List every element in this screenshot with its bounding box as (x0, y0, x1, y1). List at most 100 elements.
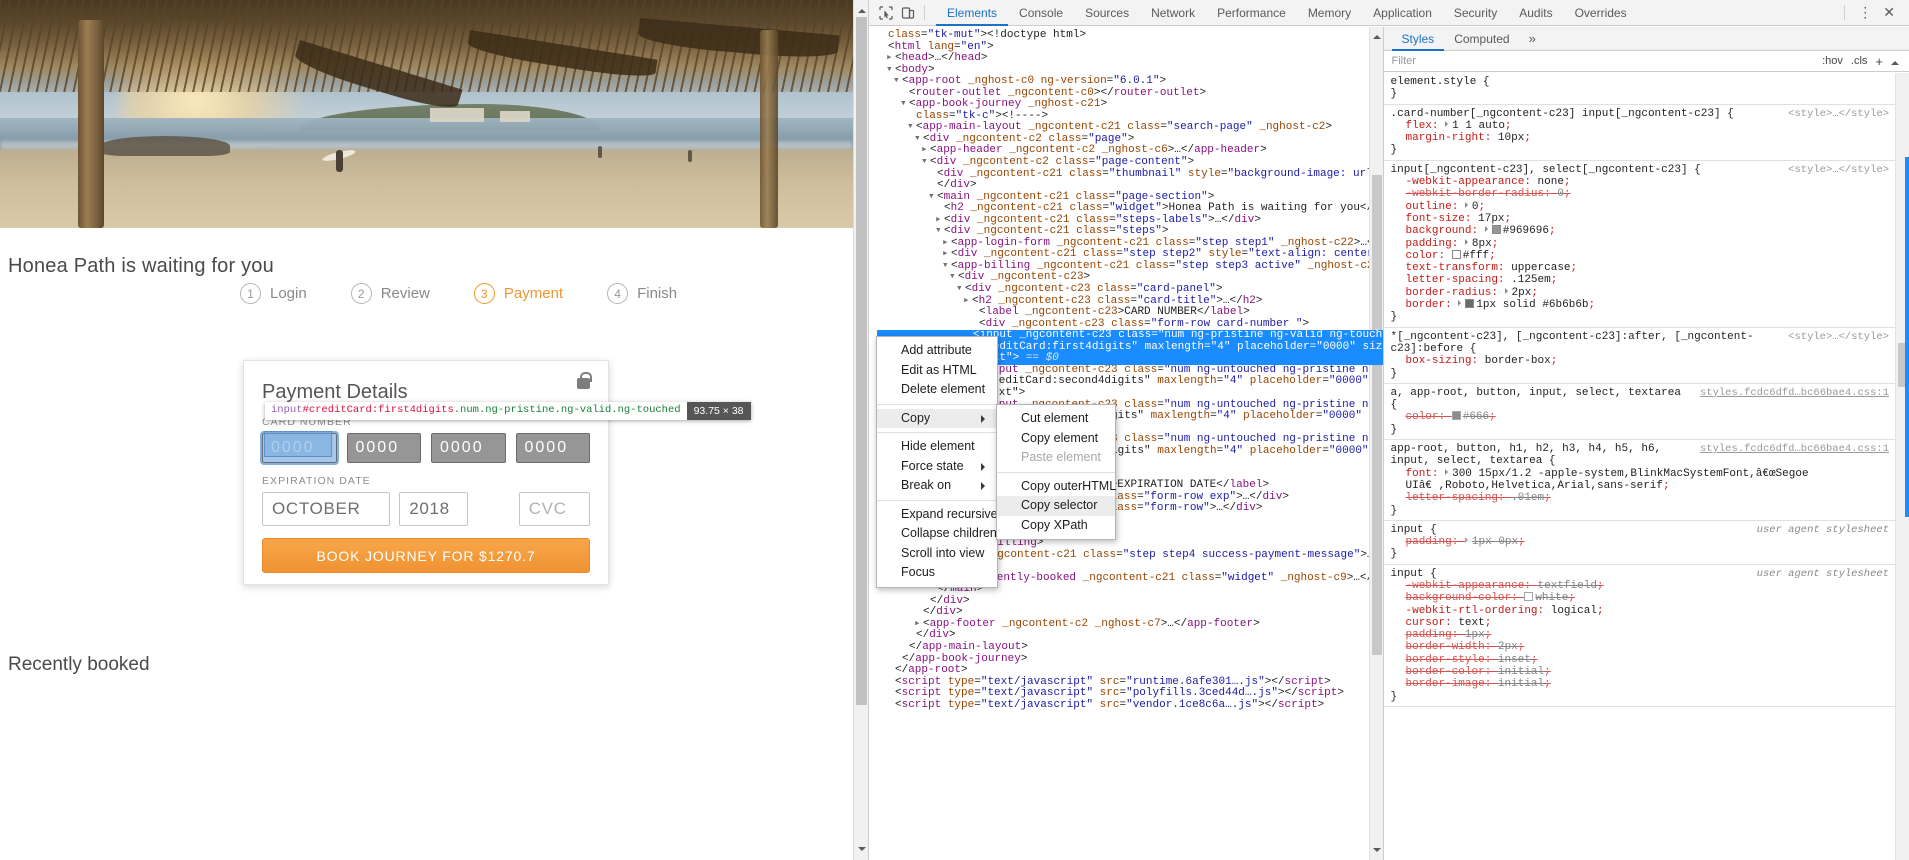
style-value[interactable]: white (1535, 592, 1568, 604)
style-value[interactable]: border-box (1485, 355, 1551, 367)
tab-audits[interactable]: Audits (1508, 0, 1563, 26)
scroll-up-arrow-icon[interactable] (858, 5, 866, 13)
style-value[interactable]: textfield (1538, 580, 1597, 592)
style-rule[interactable]: element.style {} (1383, 73, 1895, 105)
style-property[interactable]: cursor: text; (1391, 617, 1890, 629)
menu-item-expand-recursively[interactable]: Expand recursively (877, 505, 1007, 525)
style-property[interactable]: border-image: initial; (1391, 678, 1890, 690)
style-value[interactable]: initial (1498, 666, 1544, 678)
styles-filter-input[interactable]: Filter (1392, 55, 1416, 67)
style-origin[interactable]: <style>…</style> (1780, 331, 1889, 356)
style-property[interactable]: text-transform: uppercase; (1391, 262, 1890, 274)
device-toolbar-icon[interactable] (897, 2, 919, 24)
expiration-year-select[interactable]: 2018 (399, 492, 468, 526)
expiration-month-select[interactable]: OCTOBER (262, 492, 391, 526)
submenu-item-copy-element[interactable]: Copy element (997, 429, 1115, 449)
hov-toggle[interactable]: :hov (1822, 55, 1843, 67)
menu-item-edit-as-html[interactable]: Edit as HTML (877, 361, 997, 381)
step-label-review[interactable]: 2 Review (350, 283, 430, 304)
style-value[interactable]: #fff (1463, 250, 1489, 262)
style-value[interactable]: logical (1551, 605, 1597, 617)
styles-rule-list[interactable]: element.style {} .card-number[_ngcontent-… (1383, 73, 1895, 860)
tab-security[interactable]: Security (1443, 0, 1508, 26)
card-number-input-4[interactable]: 0000 (515, 433, 590, 463)
style-value[interactable]: text (1458, 617, 1484, 629)
style-selector[interactable]: element.style { (1391, 76, 1490, 88)
style-property[interactable]: color: #666; (1391, 411, 1890, 423)
scroll-down-arrow-icon[interactable] (1372, 848, 1381, 856)
menu-item-focus[interactable]: Focus (877, 563, 997, 583)
style-value[interactable]: 8px (1472, 238, 1492, 250)
style-value[interactable]: inset (1498, 654, 1531, 666)
style-origin[interactable]: <style>…</style> (1780, 164, 1889, 176)
style-property[interactable]: margin-right: 10px; (1391, 132, 1890, 144)
style-property[interactable]: outline: 0; (1391, 201, 1890, 213)
style-source-link[interactable]: styles.fcdc6dfd…bc66bae4.css:1 (1700, 443, 1889, 455)
style-selector[interactable]: app-root, button, h1, h2, h3, h4, h5, h6… (1391, 443, 1692, 468)
menu-item-hide-element[interactable]: Hide element (877, 437, 997, 457)
style-value[interactable]: .125em (1511, 274, 1551, 286)
color-swatch[interactable] (1491, 225, 1501, 235)
dom-line[interactable]: <script type="text/javascript" src="vend… (873, 699, 1383, 712)
style-rule[interactable]: a, app-root, button, input, select, text… (1383, 384, 1895, 441)
tab-sources[interactable]: Sources (1074, 0, 1140, 26)
style-property[interactable]: border: 1px solid #6b6b6b; (1391, 299, 1890, 311)
style-origin[interactable]: styles.fcdc6dfd…bc66bae4.css:1 (1692, 443, 1889, 468)
style-value[interactable]: 17px (1478, 213, 1504, 225)
step-label-login[interactable]: 1 Login (240, 283, 307, 304)
tab-performance[interactable]: Performance (1206, 0, 1297, 26)
style-property[interactable]: letter-spacing: .01em; (1391, 492, 1890, 504)
style-rule[interactable]: .card-number[_ngcontent-c23] input[_ngco… (1383, 105, 1895, 161)
tab-overrides[interactable]: Overrides (1564, 0, 1638, 26)
style-rule[interactable]: input {user agent stylesheet padding: 1px… (1383, 521, 1895, 565)
step-label-finish[interactable]: 4 Finish (607, 283, 677, 304)
expand-arrow-icon[interactable] (1445, 120, 1451, 127)
color-swatch[interactable] (1524, 592, 1534, 602)
style-value[interactable]: 1px solid #6b6b6b (1476, 299, 1588, 311)
style-selector[interactable]: input { (1391, 568, 1437, 580)
dom-scrollbar[interactable] (1368, 27, 1383, 860)
tab-computed[interactable]: Computed (1444, 27, 1519, 51)
style-selector[interactable]: input[_ngcontent-c23], select[_ngcontent… (1391, 164, 1701, 176)
color-swatch[interactable] (1451, 249, 1461, 259)
style-rule[interactable]: app-root, button, h1, h2, h3, h4, h5, h6… (1383, 440, 1895, 521)
style-property[interactable]: box-sizing: border-box; (1391, 355, 1890, 367)
submenu-item-copy-selector[interactable]: Copy selector (997, 496, 1115, 516)
style-value[interactable]: 0 (1557, 188, 1564, 200)
style-property[interactable]: -webkit-appearance: none; (1391, 176, 1890, 188)
more-options-icon[interactable]: ⋮ (1850, 4, 1881, 21)
scroll-down-arrow-icon[interactable] (858, 847, 866, 855)
style-value[interactable]: 2px (1512, 287, 1532, 299)
step-label-payment[interactable]: 3 Payment (473, 283, 563, 304)
tab-console[interactable]: Console (1008, 0, 1074, 26)
tab-memory[interactable]: Memory (1297, 0, 1362, 26)
style-rule[interactable]: input[_ngcontent-c23], select[_ngcontent… (1383, 161, 1895, 328)
style-property[interactable]: padding: 1px; (1391, 629, 1890, 641)
expand-arrow-icon[interactable] (1504, 287, 1511, 294)
book-journey-button[interactable]: BOOK JOURNEY FOR $1270.7 (262, 538, 590, 573)
style-property[interactable]: font-size: 17px; (1391, 213, 1890, 225)
style-property[interactable]: font: 300 15px/1.2 -apple-system,BlinkMa… (1391, 468, 1890, 493)
style-rule[interactable]: input {user agent stylesheet -webkit-appe… (1383, 565, 1895, 707)
card-number-input-3[interactable]: 0000 (431, 433, 506, 463)
style-value[interactable]: 0 (1472, 201, 1479, 213)
new-style-rule-button[interactable]: + (1875, 54, 1883, 69)
scrollbar-thumb[interactable] (1371, 175, 1382, 655)
style-property[interactable]: letter-spacing: .125em; (1391, 274, 1890, 286)
dom-line[interactable]: ▸ <head>…</head> (873, 52, 1383, 65)
expand-arrow-icon[interactable] (1464, 238, 1471, 245)
style-value[interactable]: 10px (1498, 132, 1524, 144)
menu-item-force-state[interactable]: Force state (877, 457, 997, 477)
expand-arrow-icon[interactable] (1458, 300, 1464, 307)
copy-submenu[interactable]: Cut element Copy element Paste element Copy… (996, 404, 1116, 540)
menu-item-collapse-children[interactable]: Collapse children (877, 524, 997, 544)
menu-item-break-on[interactable]: Break on (877, 476, 997, 496)
style-value[interactable]: uppercase (1511, 262, 1570, 274)
inspect-element-icon[interactable] (875, 2, 897, 24)
style-value[interactable]: #969696 (1503, 225, 1549, 237)
tab-elements[interactable]: Elements (936, 0, 1009, 26)
dom-context-menu[interactable]: Add attribute Edit as HTML Delete element C… (876, 336, 1007, 588)
style-property[interactable]: padding: 8px; (1391, 238, 1890, 250)
style-property[interactable]: -webkit-appearance: textfield; (1391, 580, 1890, 592)
style-value[interactable]: initial (1498, 678, 1544, 690)
